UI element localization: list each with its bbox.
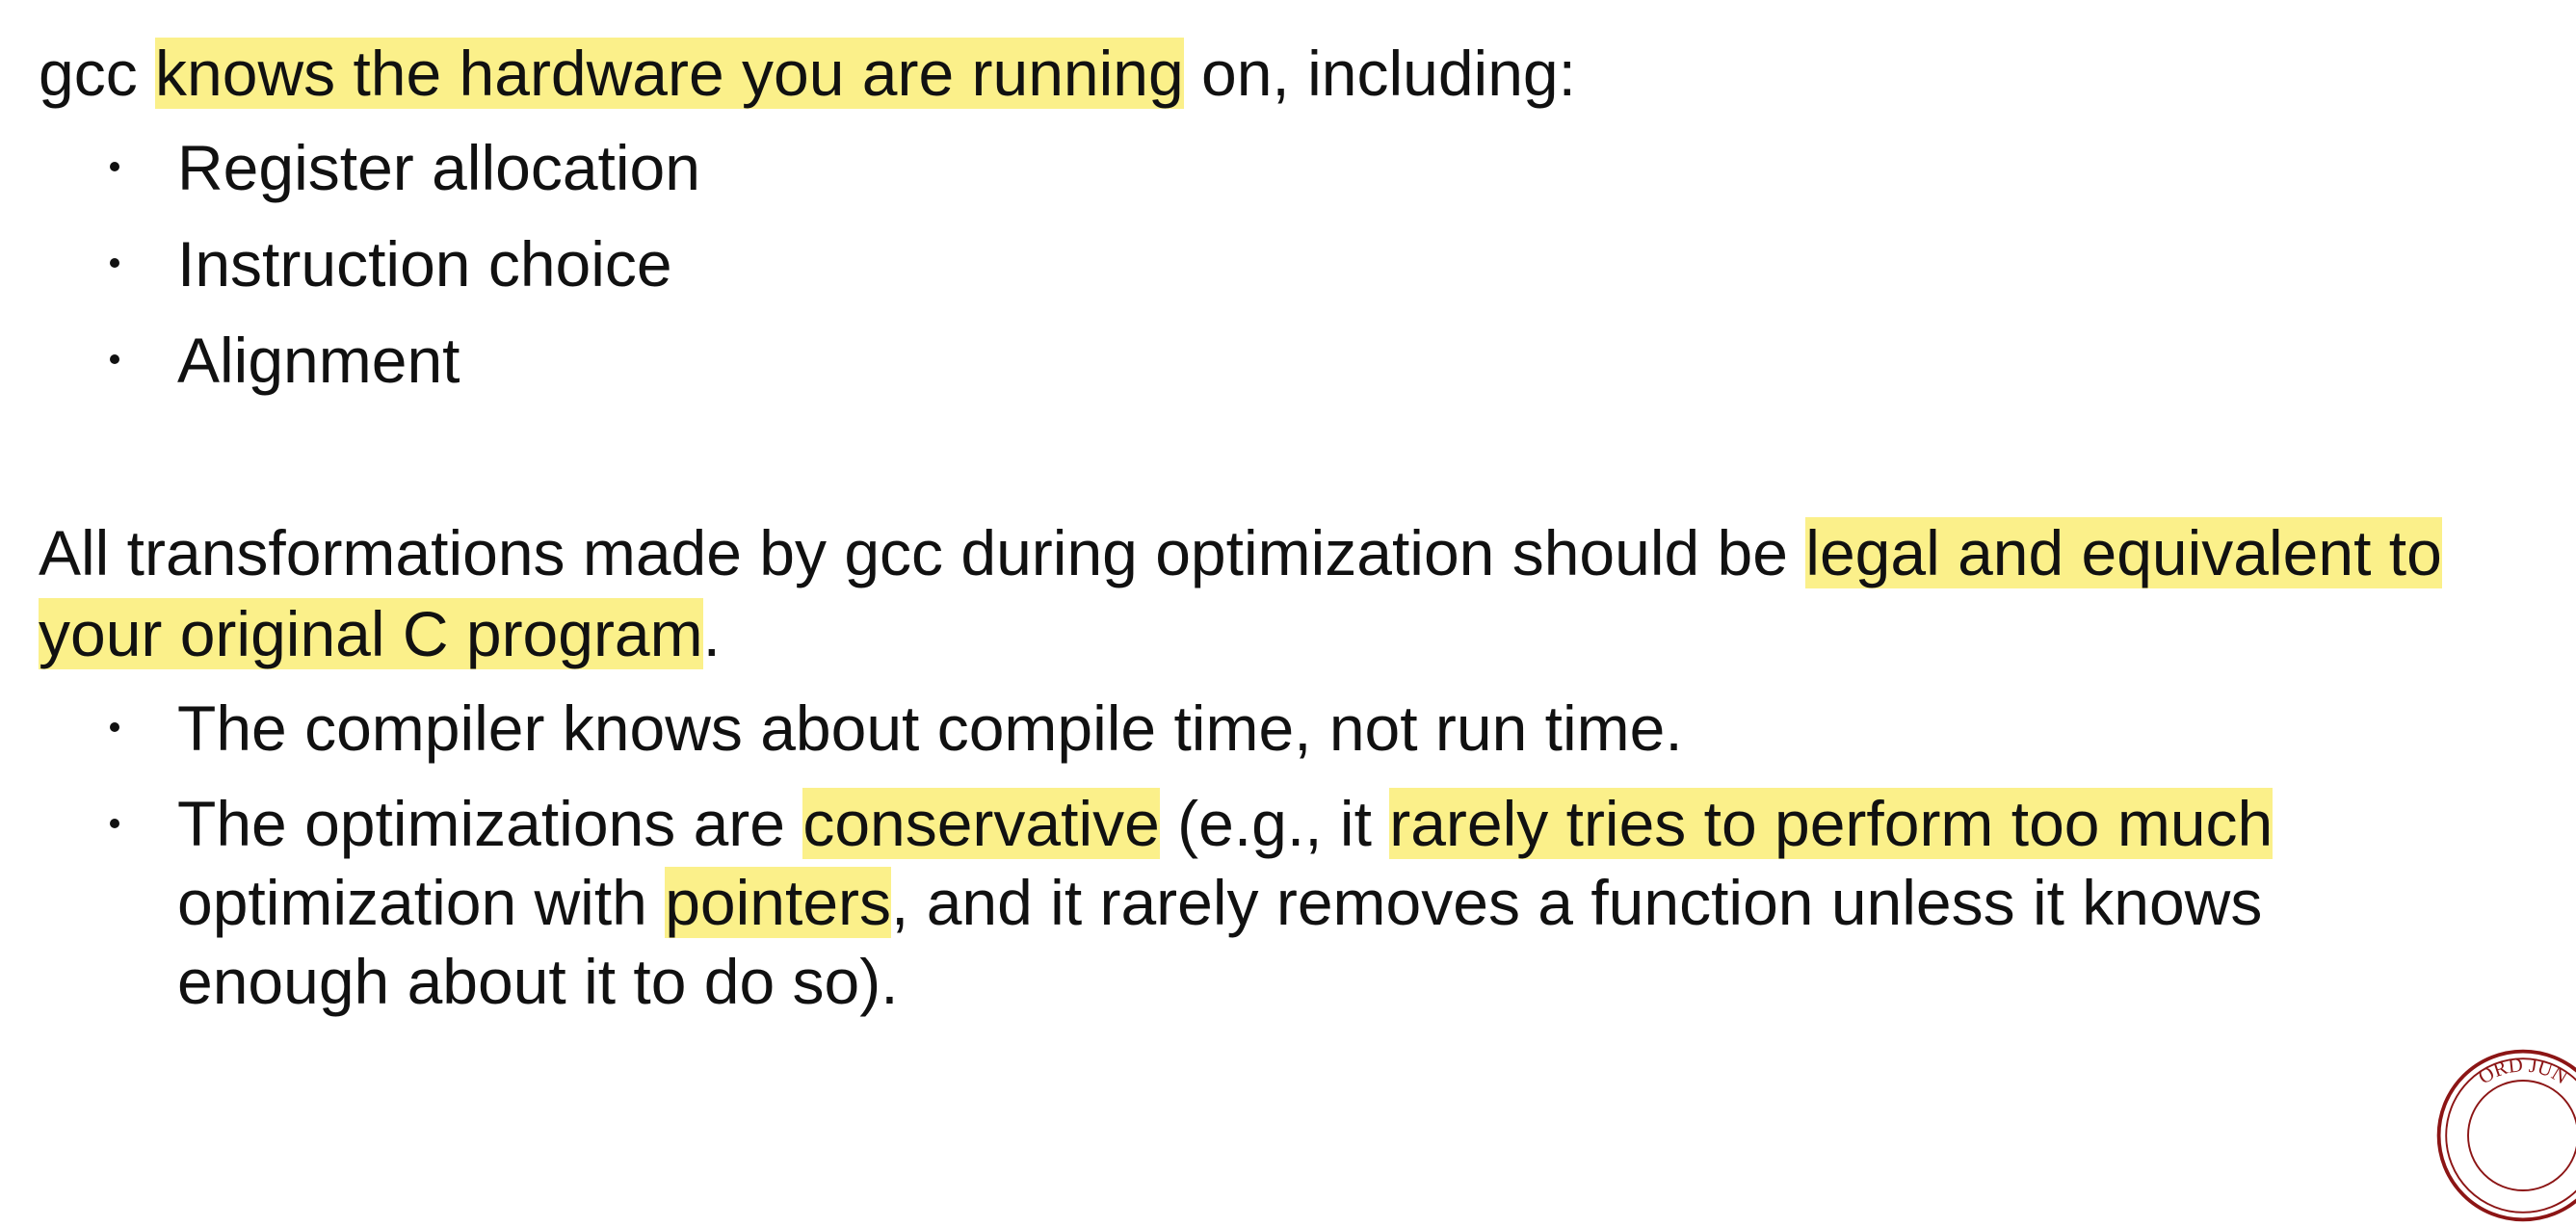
hardware-bullet-list: Register allocation Instruction choice A… — [39, 127, 700, 416]
bullet-icon — [110, 819, 119, 828]
intro-text-post: on, including: — [1183, 38, 1576, 109]
list-item-label: Register allocation — [177, 132, 700, 203]
transformations-text-post: . — [702, 598, 721, 669]
bullet-icon — [110, 162, 119, 171]
list-item: Alignment — [39, 320, 700, 401]
bullet-icon — [110, 722, 119, 732]
intro-paragraph: gcc knows the hardware you are running o… — [39, 33, 1576, 114]
bullet-icon — [110, 258, 119, 268]
list-item: Register allocation — [39, 127, 700, 208]
conservative-highlight: conservative — [802, 788, 1160, 859]
pointers-highlight: pointers — [665, 867, 892, 938]
bullet-icon — [110, 354, 119, 364]
conservative-text-3: optimization with — [177, 867, 666, 938]
conservative-text-2: (e.g., it — [1159, 788, 1390, 859]
rarely-tries-highlight: rarely tries to perform too much — [1389, 788, 2274, 859]
list-item: Instruction choice — [39, 223, 700, 304]
slide: gcc knows the hardware you are running o… — [0, 0, 2576, 1222]
list-item-label: Alignment — [177, 325, 460, 396]
intro-highlight: knows the hardware you are running — [155, 38, 1184, 109]
transformations-text-pre: All transformations made by gcc during o… — [39, 517, 1806, 588]
transformations-paragraph: All transformations made by gcc during o… — [39, 512, 2543, 674]
compiler-bullet-list: The compiler knows about compile time, n… — [39, 688, 2351, 1036]
list-item-label: Instruction choice — [177, 228, 672, 300]
list-item: The compiler knows about compile time, n… — [39, 688, 2351, 769]
list-item: The optimizations are conservative (e.g.… — [39, 784, 2351, 1021]
university-seal-icon: ORD JUN — [2436, 1049, 2576, 1222]
conservative-text-1: The optimizations are — [177, 788, 803, 859]
list-item-label: The compiler knows about compile time, n… — [177, 692, 1683, 764]
intro-text-pre: gcc — [39, 38, 156, 109]
